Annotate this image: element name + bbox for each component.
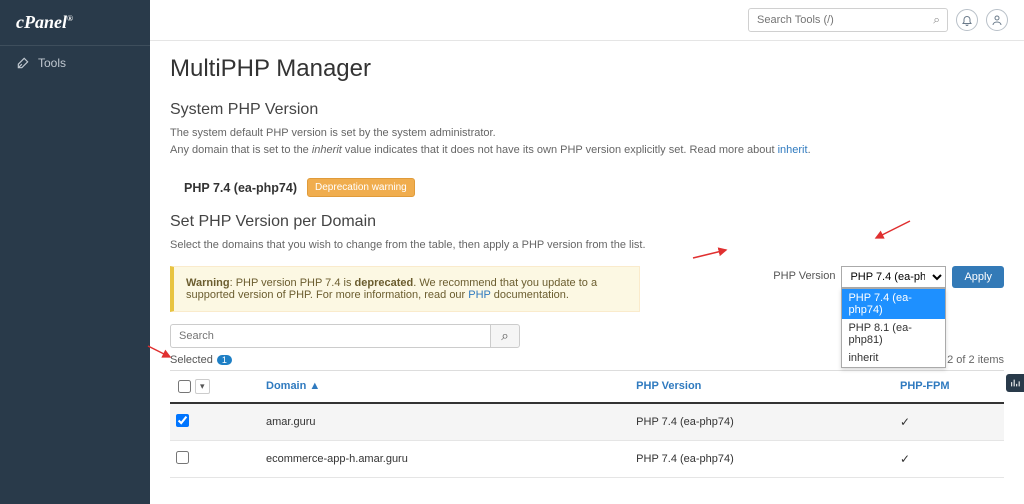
domains-table: ▾ Domain ▲ PHP Version PHP-FPM amar.guru… [170,370,1004,478]
chart-icon [1010,378,1020,388]
per-domain-heading: Set PHP Version per Domain [170,213,1004,231]
system-php-heading: System PHP Version [170,101,1004,119]
apply-button[interactable]: Apply [952,266,1004,288]
system-php-description: The system default PHP version is set by… [170,125,1004,158]
cell-domain: ecommerce-app-h.amar.guru [260,440,630,477]
row-checkbox[interactable] [176,451,189,464]
search-icon: ⌕ [501,328,508,343]
search-tools[interactable]: ⌕ [748,8,948,32]
feedback-tab[interactable] [1006,374,1024,392]
php-version-dropdown: PHP 7.4 (ea-php74) PHP 8.1 (ea-php81) in… [841,288,946,368]
user-icon [991,14,1003,26]
search-input[interactable] [748,8,948,32]
search-icon: ⌕ [933,13,940,28]
dropdown-option[interactable]: PHP 8.1 (ea-php81) [842,319,945,349]
dropdown-option[interactable]: PHP 7.4 (ea-php74) [842,289,945,319]
table-row[interactable]: amar.guru PHP 7.4 (ea-php74) ✓ [170,403,1004,441]
domain-search-button[interactable]: ⌕ [490,324,520,348]
php-version-select[interactable]: PHP 7.4 (ea-php74) [841,266,946,288]
row-checkbox[interactable] [176,414,189,427]
dropdown-option[interactable]: inherit [842,349,945,367]
selected-count-badge: 1 [217,355,232,365]
column-php-fpm[interactable]: PHP-FPM [894,370,1004,403]
selected-label: Selected [170,354,213,366]
deprecation-badge: Deprecation warning [307,178,415,197]
inherit-link[interactable]: inherit [778,144,808,156]
column-domain[interactable]: Domain ▲ [260,370,630,403]
cell-php: PHP 7.4 (ea-php74) [630,440,894,477]
cell-php: PHP 7.4 (ea-php74) [630,403,894,441]
php-doc-link[interactable]: PHP [468,289,490,301]
cell-fpm: ✓ [894,440,1004,477]
select-all-checkbox[interactable] [178,380,191,393]
per-domain-desc: Select the domains that you wish to chan… [170,237,1004,254]
sidebar-item-label: Tools [38,56,66,70]
bell-icon [961,14,973,26]
system-php-version: PHP 7.4 (ea-php74) [184,181,297,195]
table-row[interactable]: ecommerce-app-h.amar.guru PHP 7.4 (ea-ph… [170,440,1004,477]
php-version-label: PHP Version [773,266,835,282]
deprecation-warning-alert: Warning: PHP version PHP 7.4 is deprecat… [170,266,640,312]
cell-domain: amar.guru [260,403,630,441]
select-all-dropdown[interactable]: ▾ [195,379,210,394]
domain-search-input[interactable] [170,324,490,348]
sidebar-item-tools[interactable]: Tools [0,46,150,80]
page-title: MultiPHP Manager [170,55,1004,83]
tools-icon [16,56,30,70]
column-php-version[interactable]: PHP Version [630,370,894,403]
cpanel-logo[interactable]: cPanel® [0,0,150,46]
user-menu-button[interactable] [986,9,1008,31]
cell-fpm: ✓ [894,403,1004,441]
notifications-button[interactable] [956,9,978,31]
